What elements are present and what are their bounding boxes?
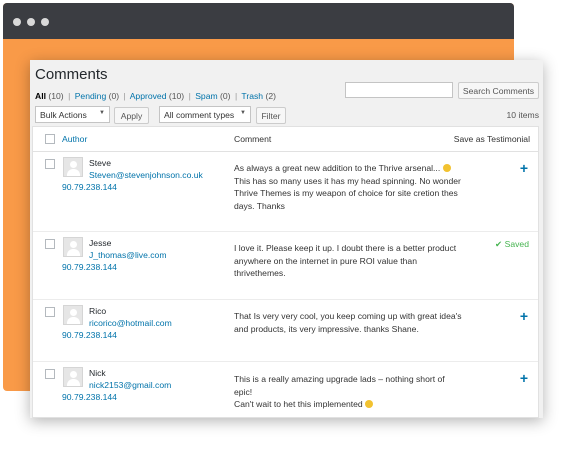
comment-text: I love it. Please keep it up. I doubt th…: [234, 243, 457, 278]
window-dot-icon: [41, 18, 49, 26]
smiley-emoji-icon: [365, 400, 374, 408]
window-dot-icon: [27, 18, 35, 26]
bulk-actions-label: Bulk Actions: [40, 109, 87, 120]
column-save-testimonial-header: Save as Testimonial: [453, 134, 530, 144]
column-comment-header: Comment: [234, 134, 272, 144]
comment-text: That Is very very cool, you keep coming …: [234, 311, 462, 334]
author-name: Jesse: [89, 238, 112, 248]
add-testimonial-plus-icon[interactable]: +: [520, 371, 528, 385]
comment-types-label: All comment types: [164, 109, 235, 120]
author-ip-link[interactable]: 90.79.238.144: [62, 330, 117, 340]
comment-types-select[interactable]: All comment types ▼: [159, 106, 251, 123]
row-checkbox[interactable]: [45, 239, 55, 249]
column-author-header[interactable]: Author: [62, 134, 87, 144]
author-name: Rico: [89, 306, 107, 316]
avatar: [63, 157, 83, 177]
comment-status-filters: All (10) | Pending (0) | Approved (10) |…: [35, 91, 276, 101]
avatar: [63, 237, 83, 257]
author-email-link[interactable]: nick2153@gmail.com: [89, 380, 171, 390]
table-row: Nick nick2153@gmail.com 90.79.238.144 Th…: [33, 362, 538, 418]
search-input[interactable]: [345, 82, 453, 98]
filter-spam[interactable]: Spam (0): [195, 91, 230, 101]
avatar: [63, 305, 83, 325]
row-checkbox[interactable]: [45, 307, 55, 317]
comment-text: As always a great new addition to the Th…: [234, 163, 461, 211]
author-email-link[interactable]: ricorico@hotmail.com: [89, 318, 172, 328]
filter-approved[interactable]: Approved (10): [130, 91, 184, 101]
author-ip-link[interactable]: 90.79.238.144: [62, 262, 117, 272]
window-dot-icon: [13, 18, 21, 26]
page-title: Comments: [35, 66, 108, 83]
filter-trash[interactable]: Trash (2): [241, 91, 276, 101]
row-checkbox[interactable]: [45, 159, 55, 169]
author-email-link[interactable]: J_thomas@live.com: [89, 250, 167, 260]
filter-pending[interactable]: Pending (0): [75, 91, 119, 101]
comment-text: This is a really amazing upgrade lads – …: [234, 374, 445, 409]
chevron-down-icon: ▼: [99, 110, 105, 116]
author-name: Nick: [89, 368, 106, 378]
chevron-down-icon: ▼: [240, 110, 246, 116]
table-row: Steve Steven@stevenjohnson.co.uk 90.79.2…: [33, 152, 538, 232]
search-comments-button[interactable]: Search Comments: [458, 82, 539, 99]
author-ip-link[interactable]: 90.79.238.144: [62, 182, 117, 192]
add-testimonial-plus-icon[interactable]: +: [520, 161, 528, 175]
bulk-actions-select[interactable]: Bulk Actions ▼: [35, 106, 110, 123]
saved-status: ✔ Saved: [495, 239, 529, 249]
comments-table: Author Comment Save as Testimonial Steve…: [32, 126, 539, 418]
filter-all[interactable]: All (10): [35, 91, 64, 101]
items-count: 10 items: [506, 110, 539, 120]
avatar: [63, 367, 83, 387]
apply-button[interactable]: Apply: [114, 107, 149, 124]
smiley-emoji-icon: [442, 164, 451, 172]
window-titlebar: [3, 3, 514, 39]
table-row: Rico ricorico@hotmail.com 90.79.238.144 …: [33, 300, 538, 362]
filter-button[interactable]: Filter: [256, 107, 286, 124]
author-name: Steve: [89, 158, 111, 168]
checkmark-icon: ✔: [495, 239, 503, 249]
add-testimonial-plus-icon[interactable]: +: [520, 309, 528, 323]
author-email-link[interactable]: Steven@stevenjohnson.co.uk: [89, 170, 203, 180]
comments-panel: Comments All (10) | Pending (0) | Approv…: [30, 60, 543, 418]
select-all-checkbox[interactable]: [45, 134, 55, 144]
table-row: Jesse J_thomas@live.com 90.79.238.144 I …: [33, 232, 538, 300]
table-header: Author Comment Save as Testimonial: [33, 127, 538, 152]
author-ip-link[interactable]: 90.79.238.144: [62, 392, 117, 402]
row-checkbox[interactable]: [45, 369, 55, 379]
